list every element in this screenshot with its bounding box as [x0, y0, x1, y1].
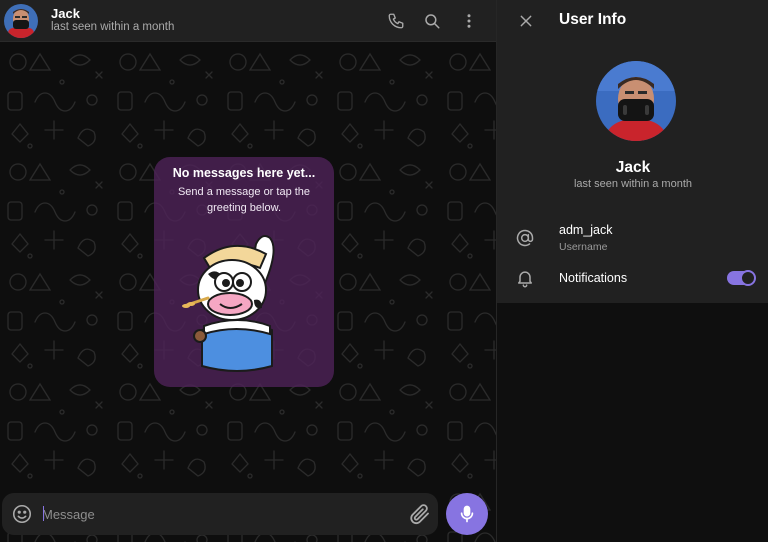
contact-avatar[interactable] [4, 4, 38, 38]
user-info-panel: User Info Jack last seen within a month [496, 0, 768, 542]
panel-title: User Info [559, 11, 627, 28]
notifications-toggle[interactable] [727, 270, 756, 286]
bell-icon [514, 267, 536, 289]
chat-area: Jack last seen within a month No message… [0, 0, 496, 542]
close-button[interactable] [514, 9, 538, 33]
user-info-card: User Info Jack last seen within a month [497, 0, 768, 303]
message-input[interactable] [42, 501, 394, 527]
profile-status: last seen within a month [573, 178, 692, 190]
voice-record-button[interactable] [446, 493, 488, 535]
call-button[interactable] [384, 9, 408, 33]
more-options-button[interactable] [457, 9, 481, 33]
close-icon [520, 15, 532, 27]
message-composer [2, 493, 438, 535]
empty-chat-subtitle: Send a message or tap the greeting below… [177, 186, 311, 214]
profile-avatar[interactable] [596, 61, 676, 141]
search-icon [425, 14, 440, 29]
profile-name: Jack [615, 159, 651, 176]
empty-chat-title: No messages here yet... [172, 166, 316, 180]
greeting-sticker[interactable] [174, 230, 314, 378]
text-caret [43, 506, 44, 521]
notifications-label: Notifications [559, 271, 628, 285]
contact-status: last seen within a month [51, 21, 175, 33]
username-label: Username [559, 241, 608, 253]
more-vertical-icon [467, 14, 471, 28]
at-sign-icon [514, 227, 536, 249]
empty-chat-card: No messages here yet... Send a message o… [154, 157, 334, 387]
chat-header[interactable]: Jack last seen within a month [0, 0, 496, 42]
smile-icon[interactable] [11, 503, 33, 525]
search-button[interactable] [420, 9, 444, 33]
username-value: adm_jack [559, 223, 613, 237]
paperclip-icon[interactable] [408, 502, 432, 526]
phone-icon [388, 13, 404, 29]
toggle-knob [740, 270, 756, 286]
microphone-icon [460, 505, 474, 523]
contact-name[interactable]: Jack [51, 6, 80, 21]
username-row[interactable]: adm_jack Username [497, 218, 768, 260]
